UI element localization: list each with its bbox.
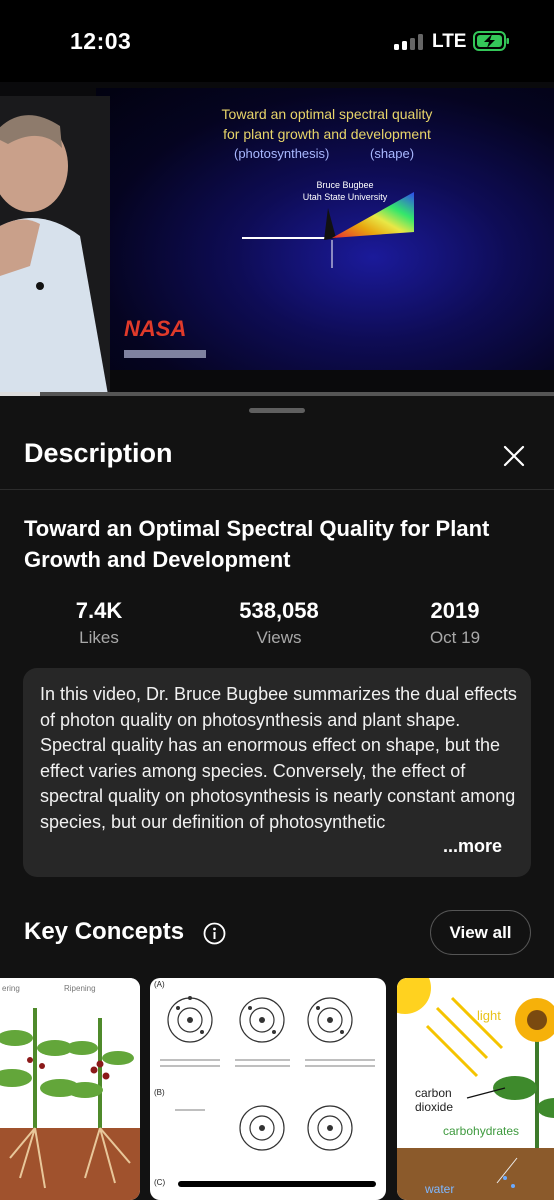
card-carbohydrates-label: carbohydrates xyxy=(443,1124,520,1138)
slide-toolbar xyxy=(124,350,206,358)
key-concepts-carousel[interactable]: ering Ripening (A) (B) (C) light carbon … xyxy=(0,978,554,1200)
status-bar: 12:03 LTE xyxy=(0,0,554,82)
publish-year: 2019 xyxy=(430,598,480,623)
signal-icon xyxy=(394,34,424,50)
description-text: In this video, Dr. Bruce Bugbee summariz… xyxy=(40,684,517,832)
network-type: LTE xyxy=(432,31,467,52)
presenter-image xyxy=(0,96,110,396)
battery-charging-icon xyxy=(473,31,509,51)
date-stat: 2019 Oct 19 xyxy=(385,598,525,648)
slide-photosynthesis: (photosynthesis) xyxy=(234,146,330,161)
info-icon[interactable] xyxy=(203,922,226,945)
electron-shell-diagram xyxy=(160,996,375,1151)
video-stats: 7.4K Likes 538,058 Views 2019 Oct 19 xyxy=(0,598,554,658)
likes-stat: 7.4K Likes xyxy=(29,598,169,648)
slide-shape: (shape) xyxy=(370,146,415,161)
close-icon[interactable] xyxy=(500,442,528,470)
card-plant-label-b: Ripening xyxy=(64,984,96,993)
sheet-drag-handle[interactable] xyxy=(249,408,305,413)
sheet-title: Description xyxy=(24,438,173,468)
publish-date: Oct 19 xyxy=(429,628,481,647)
plant-growth-illustration xyxy=(0,978,140,1200)
video-slide: Toward an optimal spectral quality for p… xyxy=(96,88,554,370)
card-carbon-label: carbon xyxy=(415,1086,452,1100)
likes-count: 7.4K xyxy=(75,598,123,623)
views-count: 538,058 xyxy=(239,598,319,623)
video-player[interactable]: Toward an optimal spectral quality for p… xyxy=(0,82,554,396)
card-plant-label-a: ering xyxy=(2,984,20,993)
card-diagram-label-b: (B) xyxy=(154,1088,165,1097)
concept-card-photon-absorption[interactable]: (A) (B) (C) xyxy=(150,978,386,1200)
likes-label: Likes xyxy=(79,628,119,647)
more-link[interactable]: ...more xyxy=(441,836,503,857)
slide-line-2: for plant growth and development xyxy=(223,126,431,142)
slide-university: Utah State University xyxy=(302,192,388,202)
description-sheet: Description Toward an Optimal Spectral Q… xyxy=(0,396,554,1200)
card-diagram-label-a: (A) xyxy=(154,980,165,989)
description-box[interactable]: In this video, Dr. Bruce Bugbee summariz… xyxy=(23,668,531,877)
status-time: 12:03 xyxy=(70,28,132,54)
views-stat: 538,058 Views xyxy=(209,598,349,648)
key-concepts-title: Key Concepts xyxy=(24,918,185,945)
views-label: Views xyxy=(256,628,302,647)
nasa-logo: NASA xyxy=(124,316,187,341)
concept-card-photosynthesis[interactable]: light carbon dioxide carbohydrates water xyxy=(397,978,554,1200)
slide-author: Bruce Bugbee xyxy=(316,180,374,190)
concept-card-plant-growth[interactable]: ering Ripening xyxy=(0,978,140,1200)
view-all-button[interactable]: View all xyxy=(430,910,531,955)
video-title: Toward an Optimal Spectral Quality for P… xyxy=(24,516,490,572)
divider xyxy=(0,489,554,490)
card-light-label: light xyxy=(477,1008,501,1023)
card-diagram-label-c: (C) xyxy=(154,1178,166,1187)
home-indicator[interactable] xyxy=(178,1181,376,1187)
card-dioxide-label: dioxide xyxy=(415,1100,454,1114)
slide-line-1: Toward an optimal spectral quality xyxy=(221,106,433,122)
card-water-label: water xyxy=(425,1182,455,1196)
